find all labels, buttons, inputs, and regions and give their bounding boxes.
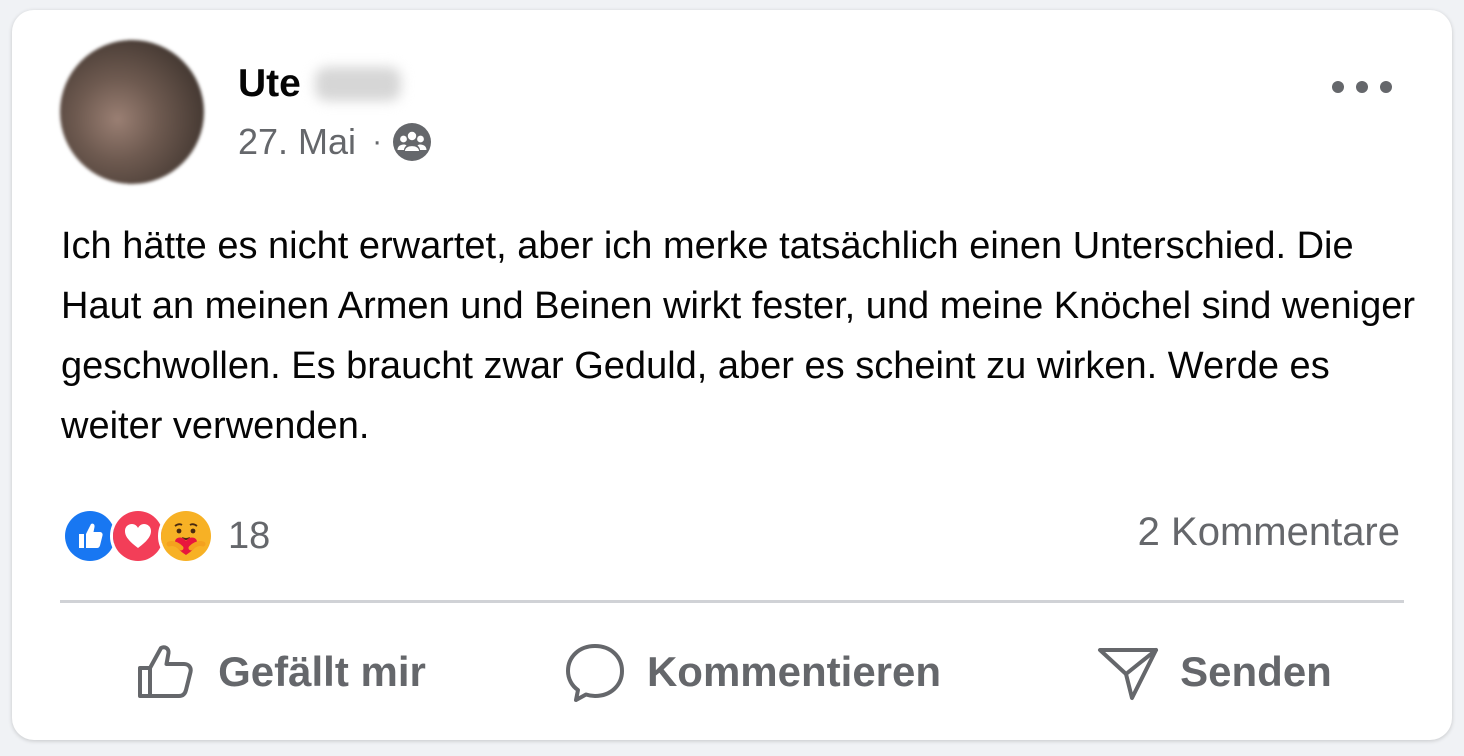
care-icon xyxy=(158,508,214,564)
send-button[interactable]: Senden xyxy=(1024,632,1404,712)
author-last-name-blurred xyxy=(314,67,401,101)
more-dot-icon xyxy=(1356,81,1368,93)
send-icon xyxy=(1098,648,1159,700)
reaction-count: 18 xyxy=(228,514,271,557)
comments-count-link[interactable]: 2 Kommentare xyxy=(1138,510,1400,555)
comment-button[interactable]: Kommentieren xyxy=(532,632,972,712)
more-options-button[interactable] xyxy=(1332,72,1392,102)
reactions-summary[interactable]: 18 xyxy=(62,506,270,566)
post-text: Ich hätte es nicht erwartet, aber ich me… xyxy=(61,225,1416,447)
author-name[interactable]: Ute xyxy=(238,62,401,106)
like-button[interactable]: Gefällt mir xyxy=(80,632,480,712)
like-button-label: Gefällt mir xyxy=(218,648,426,695)
thumbs-up-icon xyxy=(138,645,193,698)
divider xyxy=(60,600,1404,603)
send-button-label: Senden xyxy=(1180,648,1332,695)
author-first-name[interactable]: Ute xyxy=(238,62,301,106)
comment-button-label: Kommentieren xyxy=(646,648,942,695)
more-dot-icon xyxy=(1332,81,1344,93)
meta-separator: · xyxy=(372,125,383,158)
comment-bubble-icon xyxy=(565,644,624,702)
group-icon[interactable] xyxy=(392,122,432,162)
post-date[interactable]: 27. Mai xyxy=(238,121,356,163)
more-dot-icon xyxy=(1380,81,1392,93)
avatar[interactable] xyxy=(60,40,204,184)
action-bar: Gefällt mir Kommentieren Senden xyxy=(60,632,1404,712)
post-meta: 27. Mai · xyxy=(238,120,432,164)
post-card: Ute 27. Mai · Ich hätte es nicht erwarte… xyxy=(12,10,1452,740)
